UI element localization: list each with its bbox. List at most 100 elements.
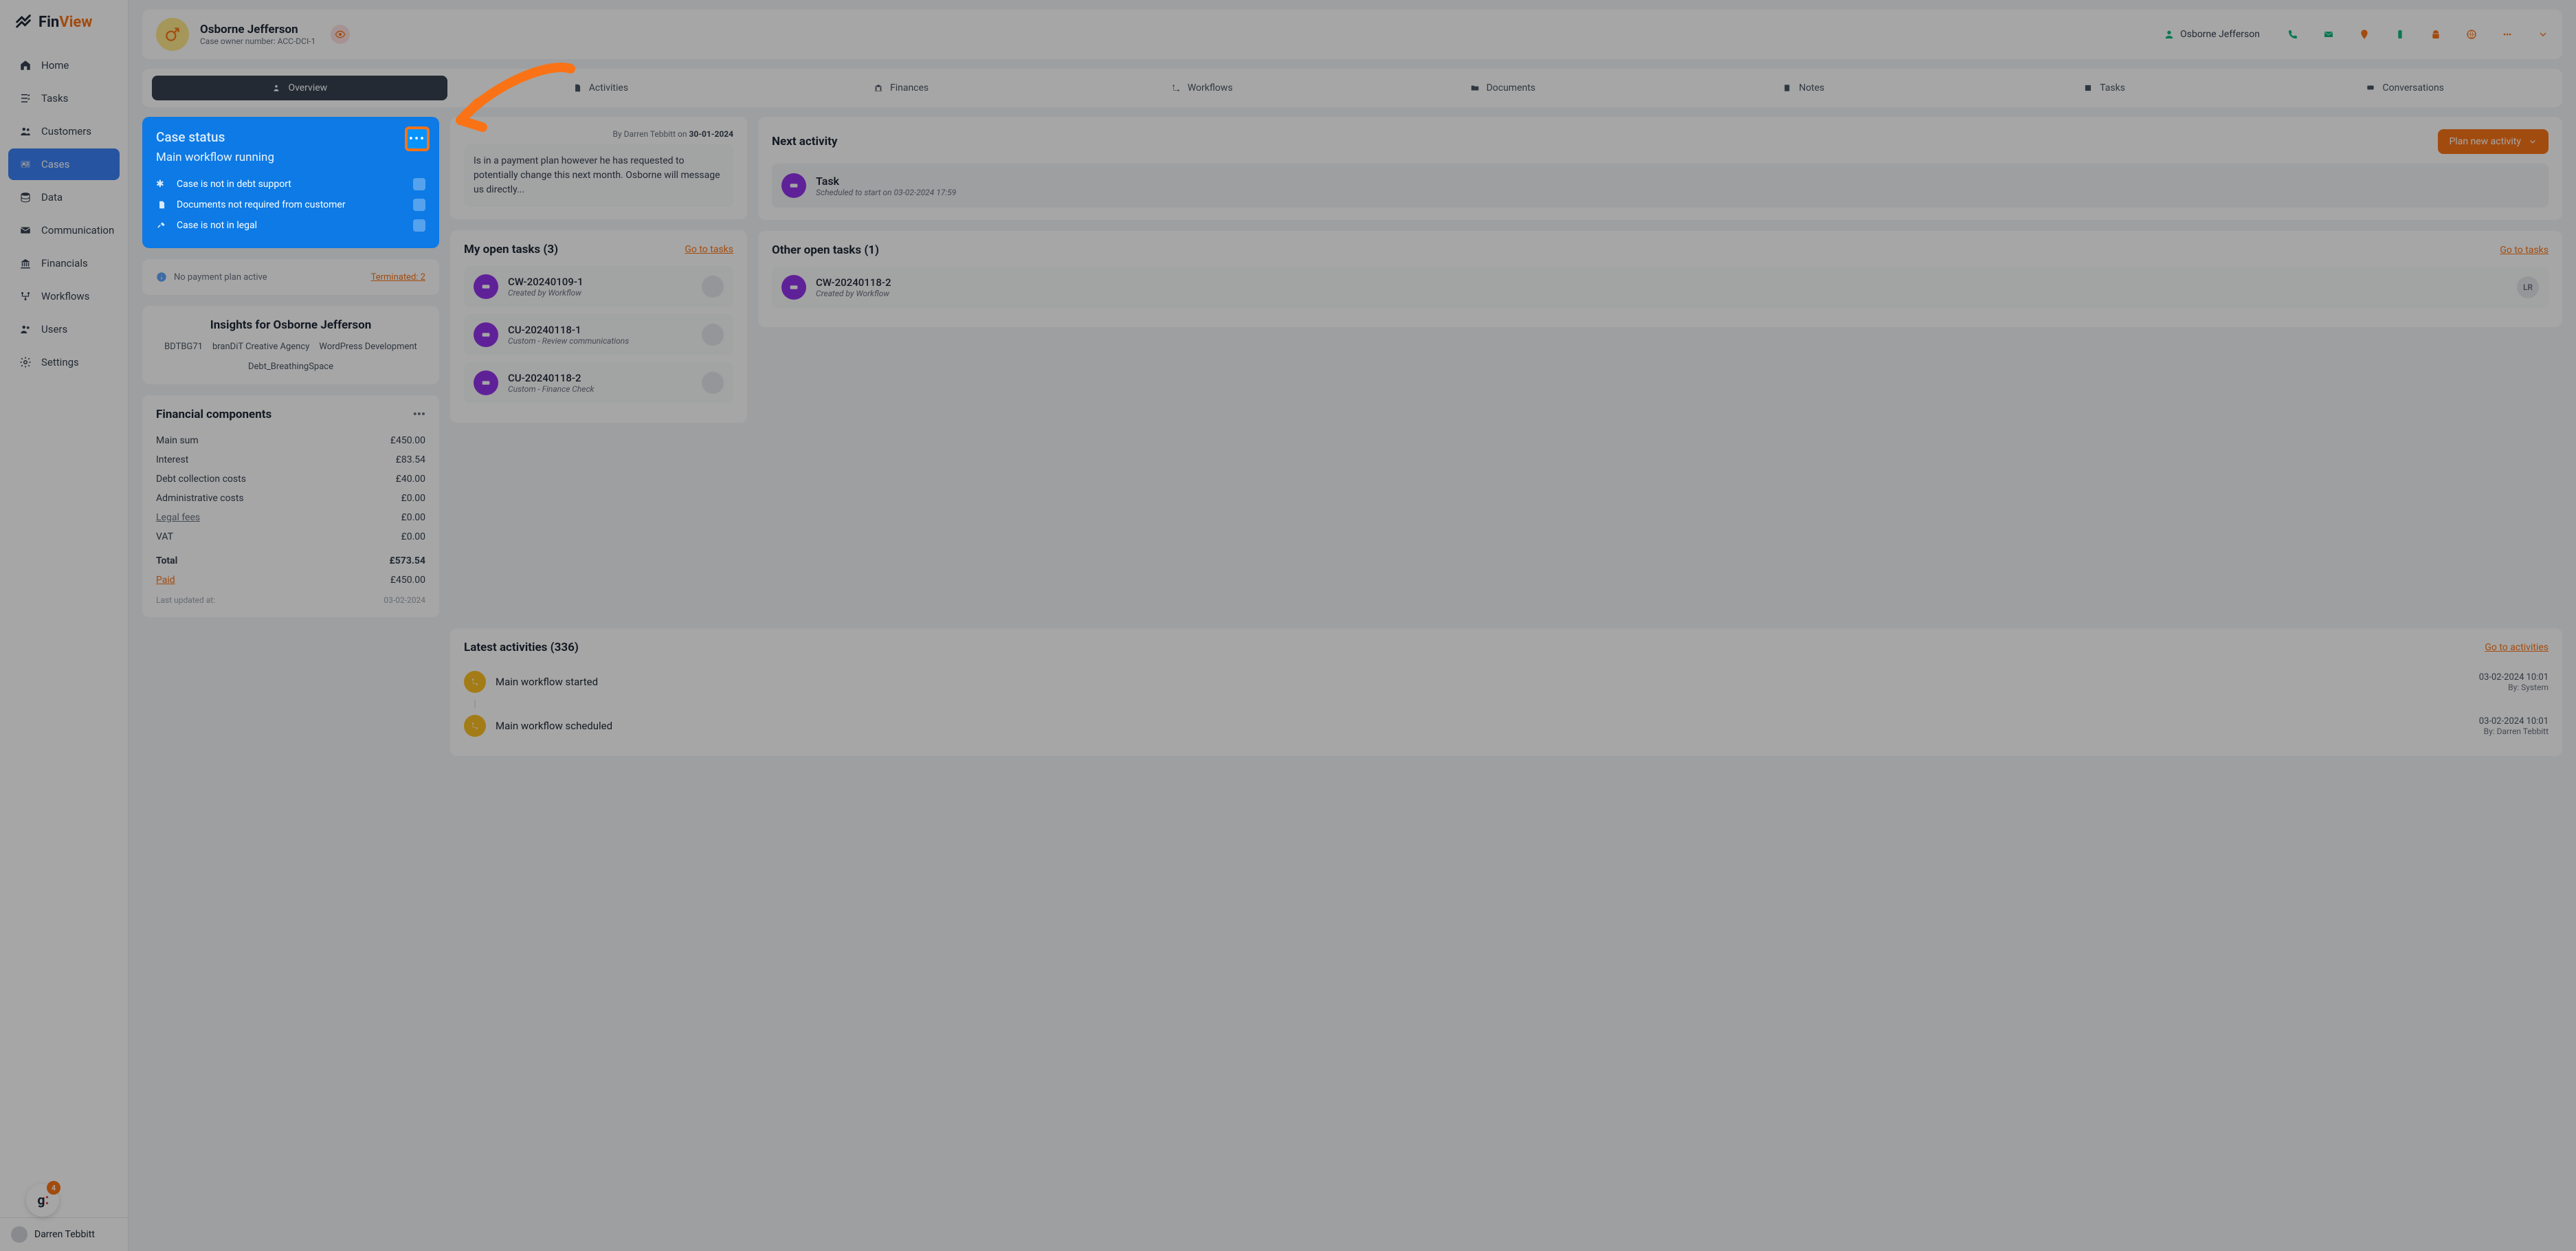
nav-label: Financials [41, 257, 88, 269]
nav-label: Tasks [41, 92, 68, 104]
nav-label: Workflows [41, 290, 89, 302]
fin-total-row: Total£573.54 [156, 551, 425, 571]
nav-financials[interactable]: Financials [8, 247, 120, 279]
button-label: Plan new activity [2449, 136, 2521, 147]
next-activity-title: Next activity [772, 135, 837, 148]
nav-tasks[interactable]: Tasks [8, 82, 120, 114]
nav-customers[interactable]: Customers [8, 115, 120, 147]
main: Osborne Jefferson Case owner number: ACC… [129, 0, 2576, 1251]
fin-menu-button[interactable]: ••• [413, 408, 425, 421]
plan-activity-button[interactable]: Plan new activity [2438, 129, 2549, 154]
nav-data[interactable]: Data [8, 181, 120, 213]
task-subtitle: Custom - Review communications [508, 336, 692, 346]
file-icon [573, 83, 582, 93]
sidebar: FinView Home Tasks Customers Cases Data … [0, 0, 129, 1251]
header-action-icons [2287, 29, 2549, 40]
tab-activities[interactable]: Activities [453, 76, 748, 100]
terminated-link[interactable]: Terminated: 2 [371, 272, 425, 283]
g-icon: g [34, 1191, 52, 1209]
tab-tasks[interactable]: Tasks [1957, 76, 2252, 100]
activity-title: Task [816, 175, 956, 188]
globe-icon[interactable] [2466, 29, 2477, 40]
fin-label: Total [156, 555, 177, 566]
go-to-tasks-link[interactable]: Go to tasks [685, 244, 733, 255]
activity-subtitle: Scheduled to start on 03-02-2024 17:59 [816, 188, 956, 197]
fin-row: Debt collection costs£40.00 [156, 469, 425, 489]
status-row: Case is not in legal [156, 215, 425, 236]
tab-workflows[interactable]: Workflows [1054, 76, 1350, 100]
header-user[interactable]: Osborne Jefferson [2164, 29, 2260, 40]
fin-value: £450.00 [390, 575, 425, 586]
task-type-icon [474, 370, 498, 395]
tab-finances[interactable]: Finances [753, 76, 1049, 100]
note-date: 30-01-2024 [689, 129, 733, 139]
content-grid: ••• Case status Main workflow running ✱C… [142, 117, 2562, 756]
ticket-icon [788, 282, 799, 293]
phone-icon[interactable] [2287, 29, 2298, 40]
sidebar-footer[interactable]: Darren Tebbitt [0, 1217, 128, 1251]
fin-footer-label: Last updated at: [156, 595, 215, 605]
task-item[interactable]: CU-20240118-2Custom - Finance Check [464, 362, 733, 403]
fin-paid-link[interactable]: Paid [156, 575, 175, 586]
case-status-card: ••• Case status Main workflow running ✱C… [142, 117, 439, 248]
nav-communication[interactable]: Communication [8, 214, 120, 246]
nav-users[interactable]: Users [8, 313, 120, 345]
mail-icon[interactable] [2323, 29, 2334, 40]
go-to-tasks-link[interactable]: Go to tasks [2500, 245, 2549, 256]
location-icon[interactable] [2359, 29, 2370, 40]
nav-label: Communication [41, 224, 114, 236]
more-icon[interactable] [2502, 29, 2513, 40]
task-type-icon [474, 274, 498, 299]
task-item[interactable]: CW-20240109-1Created by Workflow [464, 266, 733, 307]
ticket-icon [480, 281, 491, 292]
fin-label: Interest [156, 454, 188, 465]
tab-notes[interactable]: Notes [1656, 76, 1951, 100]
fin-label[interactable]: Legal fees [156, 512, 200, 523]
tag: Debt_BreathingSpace [248, 362, 333, 372]
task-item[interactable]: CW-20240118-2Created by Workflow LR [772, 267, 2549, 308]
mobile-icon[interactable] [2395, 29, 2406, 40]
task-subtitle: Created by Workflow [508, 288, 692, 298]
nav: Home Tasks Customers Cases Data Communic… [0, 44, 128, 1217]
fin-label: Main sum [156, 435, 199, 446]
my-tasks-card: My open tasks (3)Go to tasks CW-20240109… [450, 230, 747, 423]
case-status-menu-button[interactable]: ••• [405, 126, 430, 151]
go-to-activities-link[interactable]: Go to activities [2485, 642, 2549, 653]
activity-row[interactable]: Main workflow started 03-02-2024 10:01By… [464, 664, 2549, 700]
chevron-down-icon[interactable] [2538, 29, 2549, 40]
ticket-icon [480, 329, 491, 340]
nav-workflows[interactable]: Workflows [8, 280, 120, 312]
status-checkbox[interactable] [413, 199, 425, 211]
payment-info-row: No payment plan active Terminated: 2 [156, 272, 425, 283]
logo-text: FinView [38, 14, 92, 31]
tab-label: Finances [890, 82, 929, 93]
tab-label: Activities [589, 82, 628, 93]
tab-documents[interactable]: Documents [1355, 76, 1651, 100]
task-item[interactable]: CU-20240118-1Custom - Review communicati… [464, 314, 733, 355]
financial-components-card: Financial components••• Main sum£450.00 … [142, 395, 439, 617]
bank-icon [19, 257, 32, 269]
fin-title: Financial components [156, 408, 271, 421]
android-icon[interactable] [2430, 29, 2441, 40]
notification-bubble[interactable]: g 4 [26, 1184, 59, 1217]
envelope-icon [19, 224, 32, 236]
svg-text:g: g [37, 1193, 45, 1208]
watch-toggle[interactable] [331, 25, 350, 44]
tab-conversations[interactable]: Conversations [2257, 76, 2553, 100]
ticket-icon [788, 180, 799, 191]
nav-home[interactable]: Home [8, 49, 120, 81]
ticket-icon [480, 377, 491, 388]
task-subtitle: Custom - Finance Check [508, 384, 692, 394]
nav-label: Home [41, 59, 69, 71]
status-checkbox[interactable] [413, 219, 425, 232]
fin-row: Administrative costs£0.00 [156, 489, 425, 508]
tab-overview[interactable]: Overview [152, 76, 447, 100]
activity-item[interactable]: TaskScheduled to start on 03-02-2024 17:… [772, 164, 2549, 208]
ellipsis-icon: ••• [409, 132, 425, 146]
person-icon [2164, 29, 2175, 40]
nav-cases[interactable]: Cases [8, 148, 120, 180]
nav-settings[interactable]: Settings [8, 346, 120, 378]
status-checkbox[interactable] [413, 178, 425, 190]
fin-row: VAT£0.00 [156, 527, 425, 546]
activity-row[interactable]: Main workflow scheduled 03-02-2024 10:01… [464, 708, 2549, 744]
